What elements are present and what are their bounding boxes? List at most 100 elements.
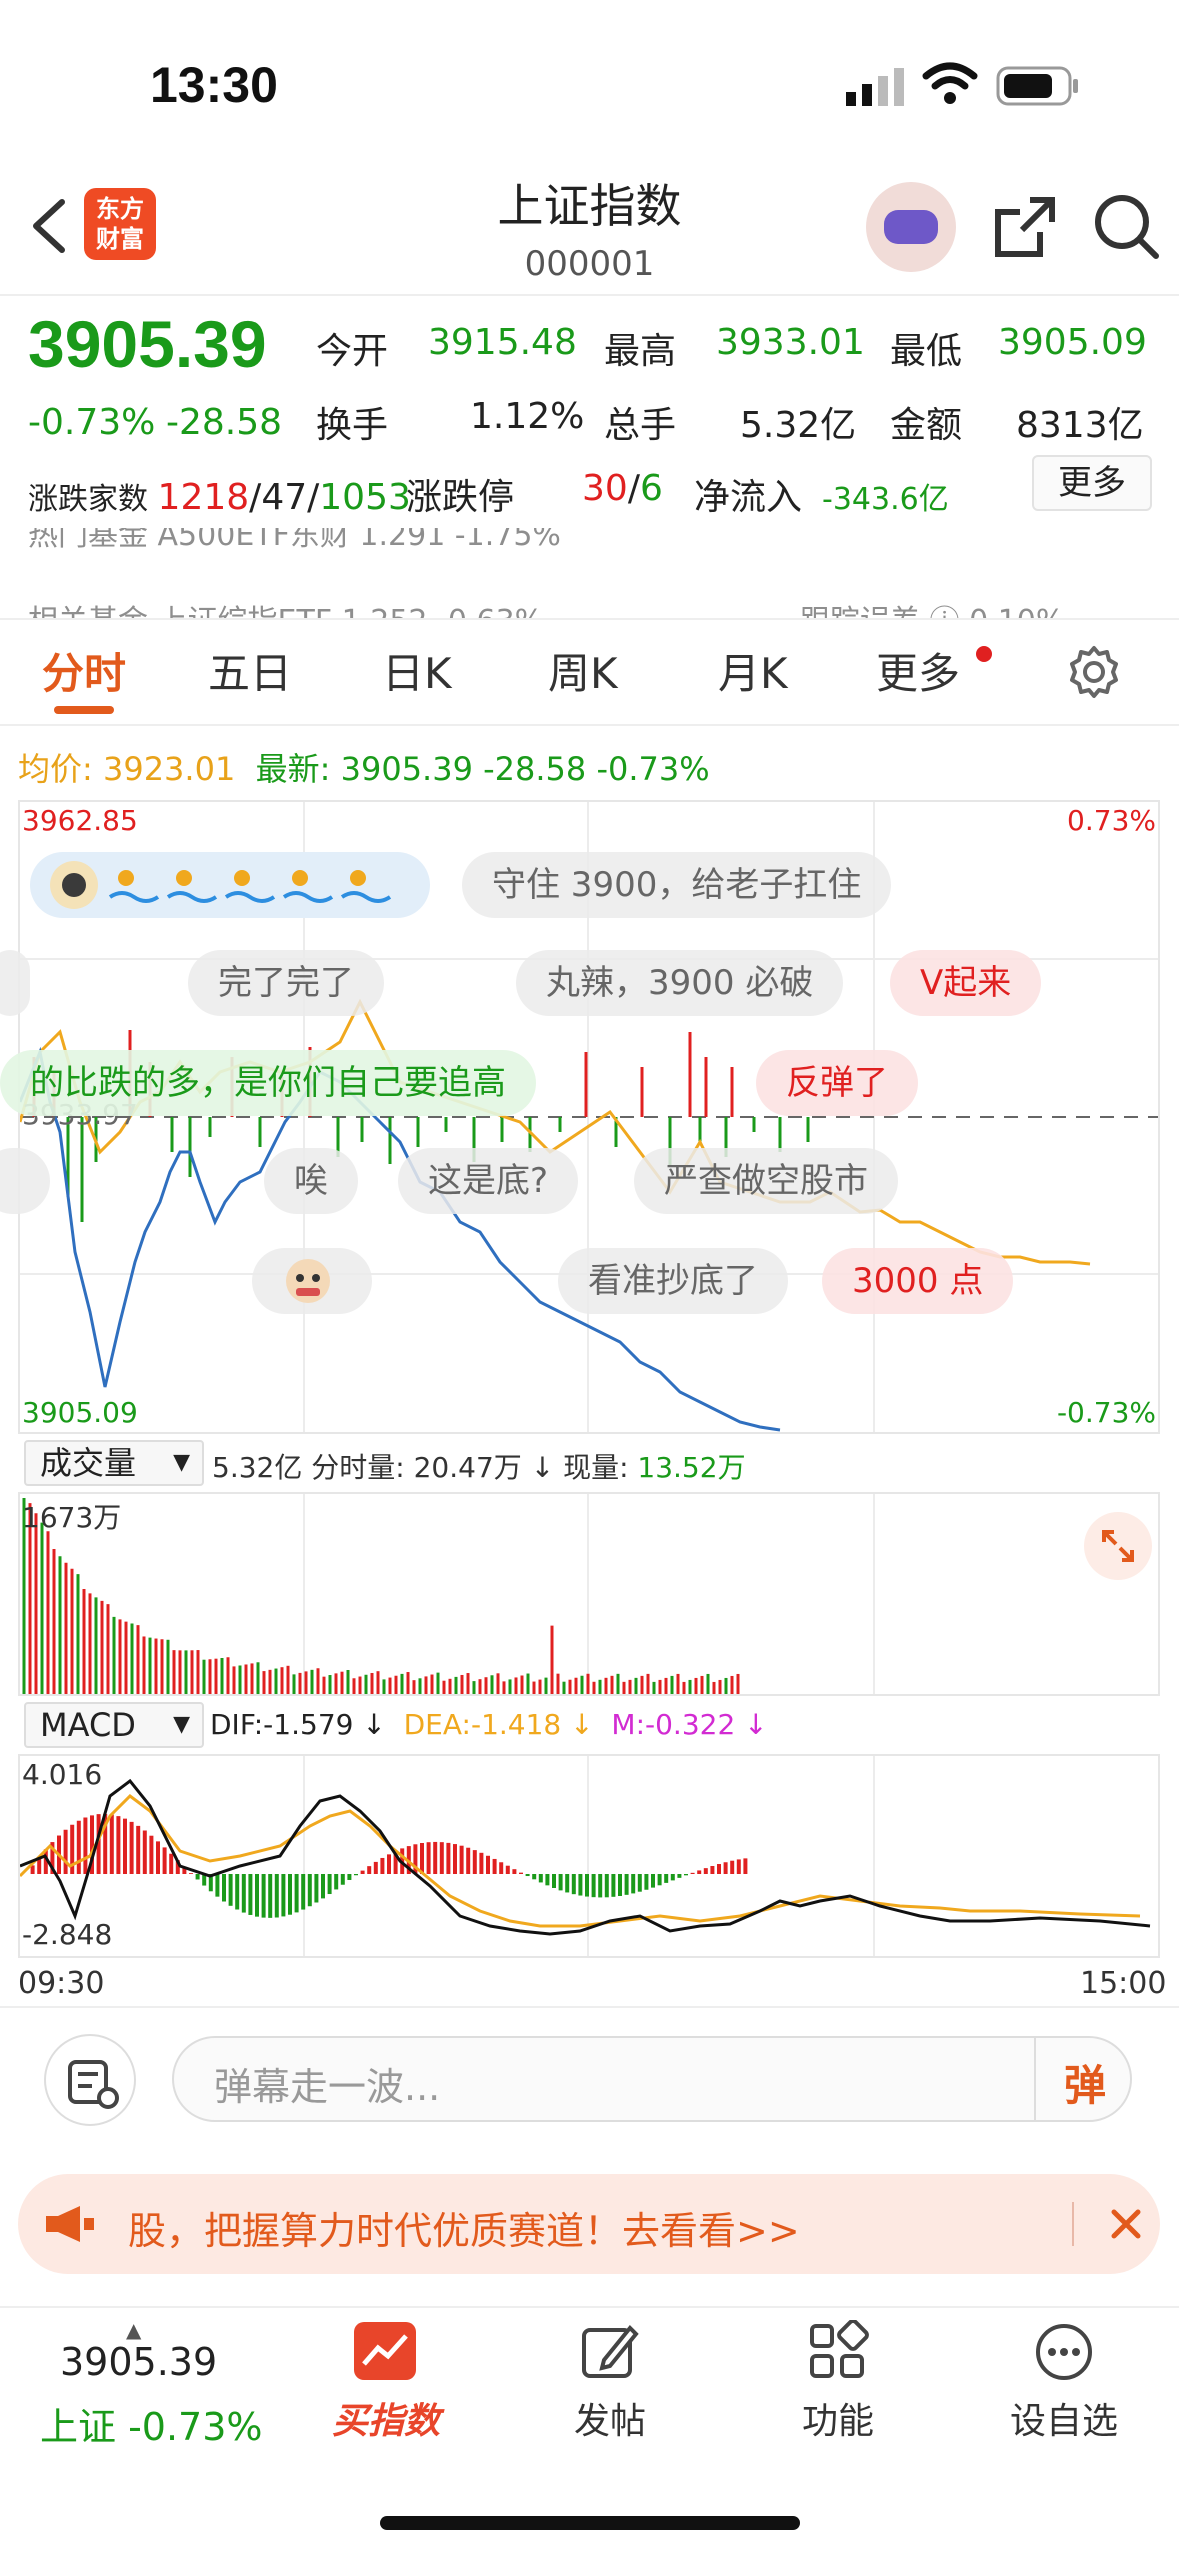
intraday-chart[interactable]: 3962.85 3933.97 3905.09 0.73% -0.73% 守住 … [0, 800, 1160, 1434]
watchlist-more-icon[interactable] [1032, 2320, 1096, 2384]
open-value: 3915.48 [428, 322, 577, 363]
hot-fund-row[interactable]: 热门基金 A500ETF东财 1.291 -1.75% [28, 528, 561, 554]
promo-text: 股，把握算力时代优质赛道！去看看>> [128, 2209, 800, 2253]
tabs-top-divider [0, 618, 1179, 620]
time-end-label: 15:00 [1080, 1966, 1167, 2001]
related-fund-row[interactable]: 相关基金 上证综指ETF 1.252 -0.63% [28, 596, 543, 618]
danmu-comment[interactable]: 3000 点 [822, 1248, 1014, 1314]
danmu-comment[interactable]: 反弹了 [756, 1050, 918, 1116]
tabs-bottom-divider [0, 724, 1179, 726]
ticker-price[interactable]: 3905.39 [60, 2340, 217, 2384]
tab-five-day[interactable]: 五日 [208, 640, 292, 701]
promo-banner[interactable]: 股，把握算力时代优质赛道！去看看>> [18, 2174, 1160, 2274]
features-grid-icon[interactable] [806, 2319, 870, 2384]
close-icon[interactable] [1098, 2196, 1154, 2252]
breadth-flat: 47 [261, 477, 308, 518]
volume-value: 5.32亿 [740, 405, 857, 446]
more-button[interactable]: 更多 [1032, 455, 1152, 511]
volume-chart[interactable]: 1673万 [18, 1492, 1160, 1696]
post-edit-icon[interactable] [578, 2320, 642, 2384]
buy-index-icon[interactable] [352, 2320, 418, 2386]
ticker-label[interactable]: 上证 -0.73% [40, 2396, 263, 2451]
tab-monthly-k[interactable]: 月K [718, 640, 788, 701]
time-start-label: 09:30 [18, 1966, 105, 2001]
watchlist-label[interactable]: 设自选 [984, 2392, 1144, 2444]
macd-dea: DEA:-1.418 ↓ [403, 1708, 594, 1741]
danmu-comment[interactable]: 完了完了 [188, 950, 384, 1016]
current-price: 3905.39 [28, 307, 267, 381]
danmu-emoji-bubble[interactable] [252, 1248, 372, 1314]
chart-bottom-divider [0, 2006, 1179, 2008]
battery-icon [996, 66, 1080, 106]
limit-label: 涨跌停 [406, 477, 515, 518]
features-label[interactable]: 功能 [758, 2392, 918, 2444]
macd-info-row: DIF:-1.579 ↓ DEA:-1.418 ↓ M:-0.322 ↓ [210, 1708, 768, 1741]
macd-m: M:-0.322 ↓ [611, 1708, 768, 1741]
header-divider [0, 294, 1179, 296]
danmu-comment[interactable]: 这是底? [398, 1148, 579, 1214]
danmu-input-placeholder: 弹幕走一波... [214, 2065, 441, 2109]
change-amount: -28.58 [166, 402, 283, 443]
amount-label: 金额 [890, 405, 963, 446]
send-danmu-button[interactable]: 弹 [1064, 2052, 1114, 2110]
swimmer-emoji-bubble[interactable] [30, 852, 430, 918]
active-tab-underline [54, 706, 114, 714]
chevron-down-icon: ▼ [173, 1712, 190, 1737]
netflow-value: -343.6亿 [822, 482, 949, 517]
macd-selector-label: MACD [40, 1706, 136, 1744]
buy-index-label[interactable]: 买指数 [306, 2392, 466, 2444]
latest-value: 3905.39 [340, 750, 473, 788]
tab-daily-k[interactable]: 日K [382, 640, 452, 701]
settings-gear-icon[interactable] [1066, 644, 1122, 700]
high-value: 3933.01 [716, 322, 865, 363]
down-arrow-icon: ↓ [530, 1451, 555, 1484]
scrolled-info-rows: 热门基金 A500ETF东财 1.291 -1.75% 相关基金 上证综指ETF… [0, 528, 1179, 618]
danmu-comment[interactable]: 唉 [264, 1148, 358, 1214]
danmu-comment[interactable]: 严查做空股市 [634, 1148, 898, 1214]
breadth-label: 涨跌家数 [28, 482, 148, 517]
danmu-comment[interactable]: 守住 3900，给老子扛住 [462, 852, 892, 918]
danmu-comment[interactable]: 的比跌的多，是你们自己要追高 [0, 1050, 536, 1116]
megaphone-icon [40, 2204, 100, 2244]
post-label[interactable]: 发帖 [530, 2392, 690, 2444]
tab-weekly-k[interactable]: 周K [548, 640, 618, 701]
input-divider [1034, 2038, 1036, 2120]
amount-value: 8313亿 [1016, 405, 1144, 446]
promo-divider [1072, 2202, 1074, 2246]
danmu-comment-partial[interactable] [0, 950, 30, 1016]
volume-indicator-select[interactable]: 成交量 ▼ [24, 1440, 204, 1486]
danmu-input[interactable]: 弹幕走一波... 弹 [172, 2036, 1132, 2122]
macd-max-label: 4.016 [22, 1758, 103, 1791]
chevron-down-icon: ▼ [173, 1450, 190, 1475]
y-min-label: 3905.09 [22, 1396, 138, 1429]
minute-volume-label: 分时量: [311, 1451, 405, 1484]
latest-label: 最新: [255, 750, 331, 788]
volume-total: 5.32亿 [212, 1451, 303, 1484]
danmu-comment[interactable]: V起来 [890, 950, 1042, 1016]
share-icon[interactable] [990, 192, 1060, 262]
breadth-down: 1053 [319, 477, 411, 518]
minute-volume: 20.47万 [413, 1451, 522, 1484]
robot-face-icon [884, 210, 938, 244]
low-value: 3905.09 [998, 322, 1147, 363]
macd-chart[interactable]: 4.016 -2.848 [18, 1754, 1160, 1958]
macd-indicator-select[interactable]: MACD ▼ [24, 1702, 204, 1748]
change-percent: -0.73% [28, 402, 156, 443]
danmu-comment[interactable]: 看准抄底了 [558, 1248, 788, 1314]
limit-values: 30/6 [582, 468, 663, 509]
avg-value: 3923.01 [102, 750, 236, 788]
danmu-settings-icon[interactable] [44, 2034, 136, 2126]
tab-intraday[interactable]: 分时 [42, 640, 126, 701]
bottom-nav-divider [0, 2306, 1179, 2308]
status-time: 13:30 [150, 57, 278, 113]
expand-icon[interactable] [1084, 1512, 1152, 1580]
wifi-icon [922, 62, 978, 106]
turnover-label: 换手 [316, 405, 389, 446]
macd-dif: DIF:-1.579 ↓ [210, 1708, 386, 1741]
current-volume: 13.52万 [637, 1451, 746, 1484]
danmu-comment[interactable]: 丸辣，3900 必破 [516, 950, 844, 1016]
tab-more[interactable]: 更多 [876, 640, 960, 701]
search-icon[interactable] [1092, 192, 1162, 262]
tracking-error: 跟踪误差 ⓘ 0.10% [800, 596, 1064, 618]
volume-selector-label: 成交量 [40, 1444, 137, 1482]
